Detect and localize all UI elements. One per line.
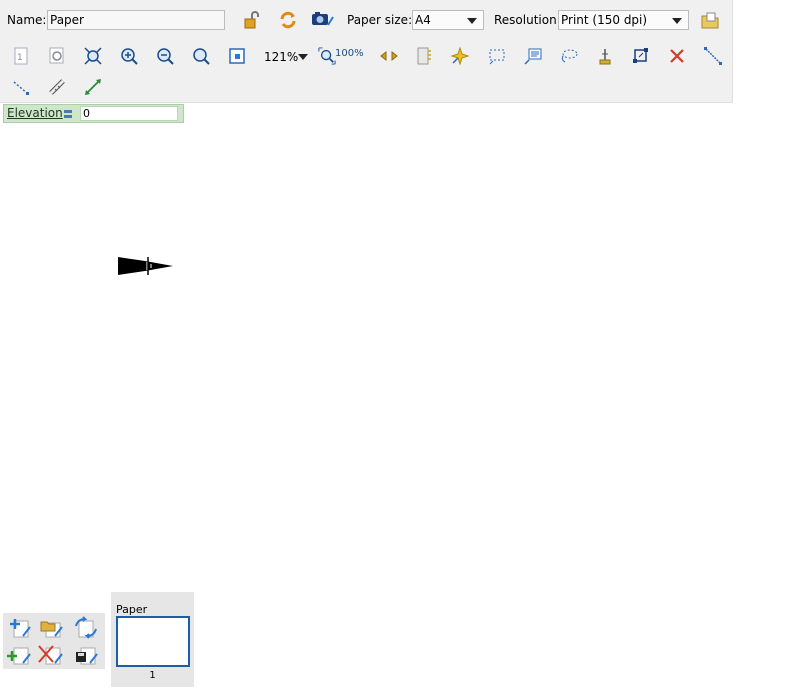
page-1to1-icon[interactable]: 1 <box>10 45 32 67</box>
ruler-icon[interactable] <box>413 45 435 67</box>
delete-page-button[interactable] <box>37 643 65 667</box>
open-folder-icon <box>40 621 63 638</box>
dashed-line-icon[interactable] <box>10 76 32 98</box>
resolution-label: Resolution: <box>494 13 561 27</box>
name-input[interactable]: Paper <box>47 10 225 30</box>
page-number: 1 <box>149 670 156 681</box>
elevation-slider-icon[interactable] <box>63 108 73 118</box>
delete-page-icon <box>38 645 63 665</box>
elevation-input[interactable]: 0 <box>80 106 178 121</box>
page-title: Paper <box>116 603 148 616</box>
measure-ruler-icon[interactable] <box>46 76 68 98</box>
transform-icon[interactable] <box>630 45 652 67</box>
export-folder-icon[interactable] <box>699 9 721 31</box>
elevation-label[interactable]: Elevation <box>7 106 63 121</box>
snapshot-camera-icon[interactable] <box>310 8 336 30</box>
refresh-icon[interactable] <box>277 9 299 31</box>
paper-size-select[interactable]: A4 <box>412 10 484 30</box>
new-page-button[interactable] <box>7 616 33 640</box>
paper-size-value: A4 <box>415 13 431 27</box>
open-page-button[interactable] <box>39 616 65 640</box>
measure-distance-icon[interactable] <box>82 76 104 98</box>
rectangle-select-icon[interactable] <box>486 45 508 67</box>
delete-icon[interactable] <box>666 45 688 67</box>
aircraft-marker-icon[interactable] <box>115 253 177 279</box>
add-page-button[interactable] <box>5 643 33 667</box>
chevron-down-icon <box>672 18 682 24</box>
north-arrow-icon[interactable] <box>594 45 616 67</box>
zoom-100-icon <box>318 47 336 65</box>
zoom-selection-icon[interactable] <box>226 45 248 67</box>
add-text-icon[interactable] <box>522 45 544 67</box>
page-thumbnail-panel[interactable]: Paper 1 <box>111 592 194 687</box>
save-disk-icon <box>76 647 98 665</box>
zoom-100-button[interactable]: 100% <box>318 46 370 66</box>
lock-open-icon[interactable] <box>241 9 263 31</box>
resolution-value: Print (150 dpi) <box>561 13 648 27</box>
zoom-level-value[interactable]: 121% <box>264 49 298 65</box>
lasso-select-icon[interactable] <box>558 45 580 67</box>
zoom-out-icon[interactable] <box>154 45 176 67</box>
map-toolbar: Name: Paper Paper size: A4 Resolution: P… <box>0 0 733 103</box>
map-canvas[interactable] <box>0 125 800 590</box>
resolution-select[interactable]: Print (150 dpi) <box>558 10 689 30</box>
page-thumbnail[interactable] <box>116 616 190 667</box>
pan-horizontal-icon[interactable] <box>378 45 400 67</box>
chevron-down-icon <box>467 18 477 24</box>
elevation-bar: Elevation 0 <box>3 104 184 123</box>
zoom-page-icon[interactable] <box>46 45 68 67</box>
paper-size-label: Paper size: <box>347 13 413 27</box>
chevron-down-icon[interactable] <box>298 54 308 60</box>
swap-arrows-icon <box>75 616 97 639</box>
zoom-in-icon[interactable] <box>118 45 140 67</box>
save-page-button[interactable] <box>72 643 100 667</box>
zoom-extent-icon[interactable] <box>82 45 104 67</box>
sparkle-select-icon[interactable] <box>449 45 471 67</box>
zoom-100-label: 100% <box>335 48 364 59</box>
zoom-window-icon[interactable] <box>190 45 212 67</box>
draw-line-icon[interactable] <box>702 45 724 67</box>
page-tools-panel <box>3 613 105 669</box>
swap-page-button[interactable] <box>72 616 100 640</box>
svg-text:1: 1 <box>17 53 23 63</box>
add-page-icon <box>7 647 31 665</box>
name-label: Name: <box>7 13 47 27</box>
new-page-icon <box>10 619 31 638</box>
